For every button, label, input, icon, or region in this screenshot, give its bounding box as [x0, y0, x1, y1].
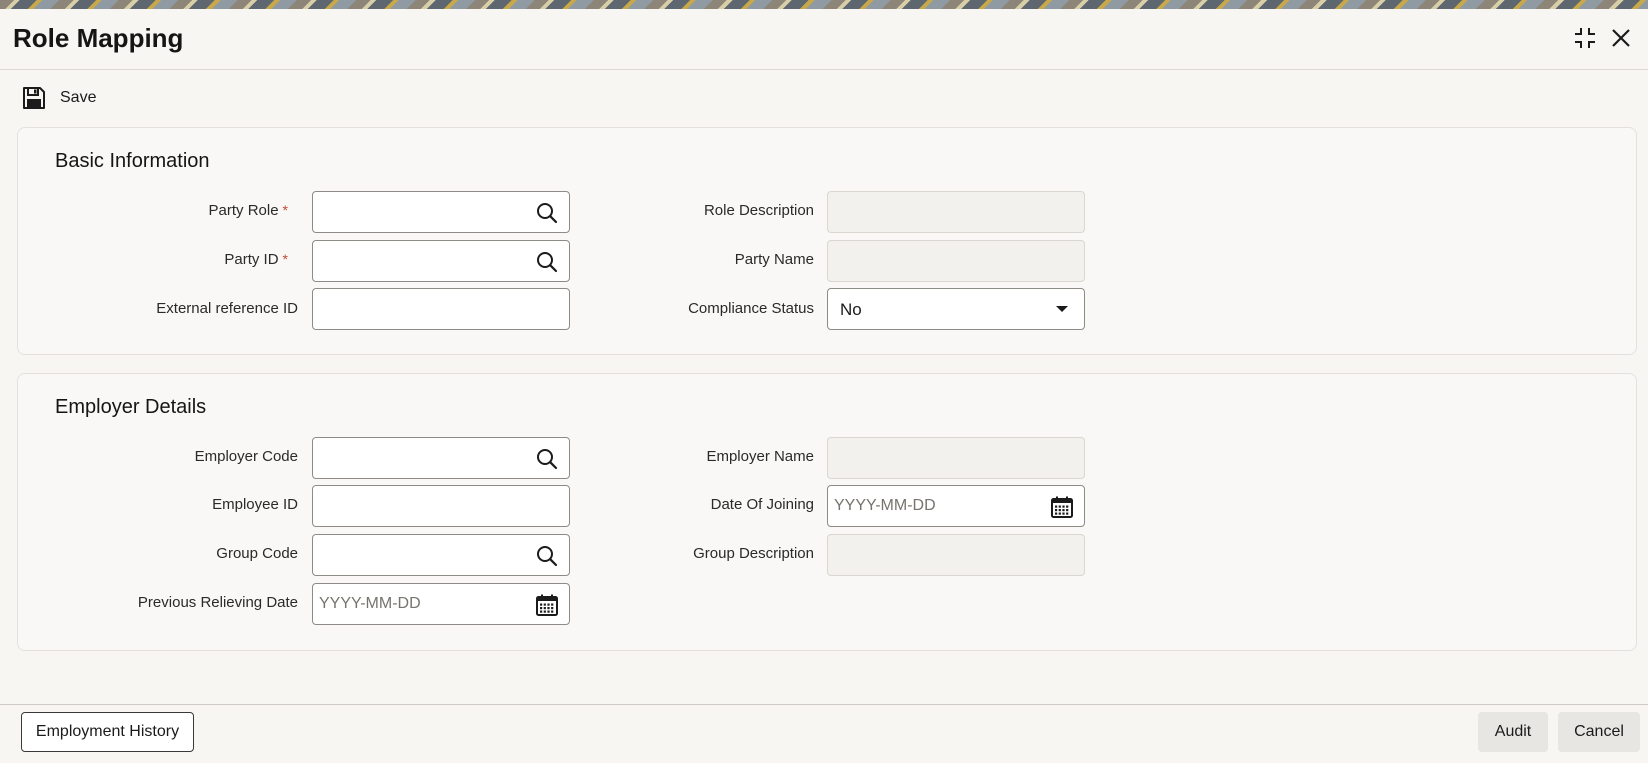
employer-code-field[interactable] — [312, 437, 570, 479]
employer-code-input[interactable] — [313, 438, 569, 478]
group-code-input[interactable] — [313, 535, 569, 575]
party-name-input — [828, 241, 1084, 281]
required-marker: * — [282, 251, 288, 267]
cancel-button[interactable]: Cancel — [1558, 712, 1640, 752]
footer-bar: Employment History Audit Cancel — [0, 704, 1648, 763]
external-reference-id-label: External reference ID — [156, 300, 298, 317]
role-description-field — [827, 191, 1085, 233]
party-role-input[interactable] — [313, 192, 569, 232]
chevron-down-icon[interactable] — [1052, 299, 1072, 319]
save-label: Save — [60, 89, 97, 106]
page-title: Role Mapping — [13, 23, 184, 53]
employer-name-input — [828, 438, 1084, 478]
party-name-field — [827, 240, 1085, 282]
group-description-field — [827, 534, 1085, 576]
external-reference-id-input[interactable] — [313, 289, 569, 329]
basic-information-section: Basic Information Party Role * Party ID * … — [17, 127, 1637, 355]
date-of-joining-input[interactable] — [828, 486, 1084, 526]
employee-id-field[interactable] — [312, 485, 570, 527]
previous-relieving-date-label: Previous Relieving Date — [137, 594, 298, 611]
employer-name-label: Employer Name — [706, 448, 814, 465]
calendar-icon[interactable] — [1050, 495, 1074, 519]
section-title-basic-information: Basic Information — [55, 150, 210, 172]
section-title-employer-details: Employer Details — [55, 396, 207, 418]
search-icon[interactable] — [535, 250, 559, 274]
search-icon[interactable] — [535, 201, 559, 225]
date-of-joining-label: Date Of Joining — [710, 496, 814, 513]
role-description-input — [828, 192, 1084, 232]
title-bar: Role Mapping — [0, 9, 1648, 70]
party-role-label: Party Role * — [208, 202, 288, 219]
floppy-disk-icon — [22, 86, 46, 110]
compliance-status-select[interactable]: No — [827, 288, 1085, 330]
previous-relieving-date-field[interactable] — [312, 583, 570, 625]
party-id-input[interactable] — [313, 241, 569, 281]
employer-name-field — [827, 437, 1085, 479]
role-description-label: Role Description — [703, 202, 814, 219]
group-code-label: Group Code — [216, 545, 298, 562]
previous-relieving-date-input[interactable] — [313, 584, 569, 624]
party-id-field[interactable] — [312, 240, 570, 282]
decorative-header-band — [0, 0, 1648, 9]
compliance-status-label: Compliance Status — [688, 300, 814, 317]
group-description-input — [828, 535, 1084, 575]
employer-details-section: Employer Details Employer Code Employee … — [17, 373, 1637, 651]
date-of-joining-field[interactable] — [827, 485, 1085, 527]
employee-id-input[interactable] — [313, 486, 569, 526]
employee-id-label: Employee ID — [212, 496, 298, 513]
party-name-label: Party Name — [734, 251, 814, 268]
search-icon[interactable] — [535, 544, 559, 568]
external-reference-id-field[interactable] — [312, 288, 570, 330]
group-description-label: Group Description — [693, 545, 814, 562]
party-id-label: Party ID * — [224, 251, 288, 268]
compliance-status-value: No — [840, 300, 862, 319]
audit-button[interactable]: Audit — [1478, 712, 1548, 752]
maximize-icon[interactable] — [1572, 25, 1598, 51]
employment-history-button[interactable]: Employment History — [21, 712, 194, 752]
save-button[interactable]: Save — [22, 83, 96, 113]
party-role-field[interactable] — [312, 191, 570, 233]
search-icon[interactable] — [535, 447, 559, 471]
employer-code-label: Employer Code — [194, 448, 298, 465]
required-marker: * — [282, 202, 288, 218]
group-code-field[interactable] — [312, 534, 570, 576]
calendar-icon[interactable] — [535, 593, 559, 617]
close-icon[interactable] — [1608, 25, 1634, 51]
